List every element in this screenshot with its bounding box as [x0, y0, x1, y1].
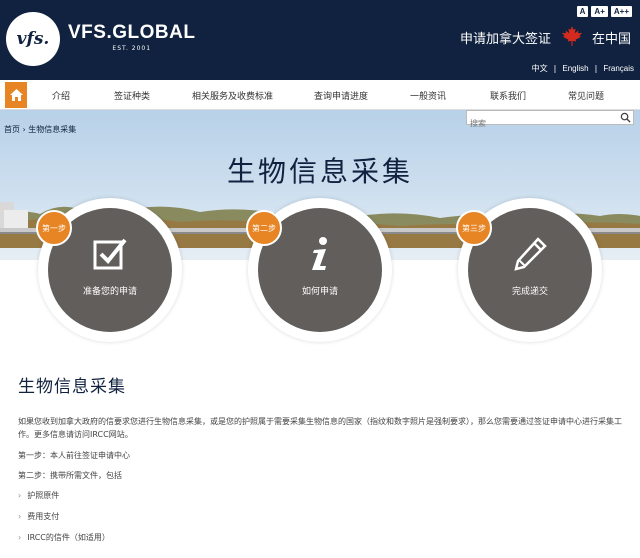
- nav-item-services-fees[interactable]: 相关服务及收费标准: [192, 89, 273, 102]
- main-nav: 介绍 签证种类 相关服务及收费标准 查询申请进度 一般资讯 联系我们 常见问题: [0, 80, 640, 110]
- maple-leaf-icon: [562, 26, 582, 46]
- chevron-right-icon: ›: [18, 533, 22, 542]
- document-item: 费用支付: [27, 512, 60, 521]
- home-icon: [9, 89, 23, 101]
- lang-english-link[interactable]: English: [562, 64, 588, 73]
- search-input[interactable]: [467, 117, 617, 130]
- step-1-card[interactable]: 准备您的申请 第一步: [36, 198, 182, 342]
- content-title: 生物信息采集: [18, 377, 126, 397]
- font-size-normal-button[interactable]: A: [576, 6, 589, 17]
- chevron-right-icon: ›: [18, 512, 22, 521]
- document-item: IRCC的信件（如适用）: [27, 533, 110, 542]
- font-size-large-button[interactable]: A+: [591, 6, 608, 17]
- hero-title: 生物信息采集: [226, 155, 413, 188]
- intro-paragraph: 如果您收到加拿大政府的信要求您进行生物信息采集，或是您的护照属于需要采集生物信息…: [18, 417, 622, 439]
- nav-item-contact[interactable]: 联系我们: [490, 89, 526, 102]
- brand-name: VFS.GLOBAL: [68, 22, 196, 43]
- step-1-text: 第一步：本人前往签证申请中心: [18, 451, 130, 460]
- logo-text: vfs.: [16, 29, 50, 49]
- search-icon[interactable]: [620, 112, 631, 123]
- main-content: 生物信息采集 如果您收到加拿大政府的信要求您进行生物信息采集，或是您的护照属于需…: [18, 372, 628, 553]
- nav-item-faq[interactable]: 常见问题: [568, 89, 604, 102]
- document-list: › 护照原件 › 费用支付 › IRCC的信件（如适用）: [18, 490, 628, 543]
- breadcrumb-home-link[interactable]: 首页: [4, 125, 20, 134]
- list-item: › IRCC的信件（如适用）: [18, 532, 628, 543]
- lang-french-link[interactable]: Français: [603, 64, 634, 73]
- document-item: 护照原件: [27, 491, 60, 500]
- step-badge: 第三步: [456, 210, 492, 246]
- step-2-card[interactable]: 如何申请 第二步: [246, 198, 392, 342]
- step-label: 如何申请: [301, 287, 338, 297]
- home-button[interactable]: [5, 82, 27, 108]
- font-size-controls: A A+ A++: [576, 6, 632, 17]
- pencil-icon: [514, 237, 547, 271]
- country-label: 在中国: [592, 32, 632, 47]
- lang-chinese-link[interactable]: 中文: [532, 63, 548, 74]
- step-2-text: 第二步：携带所需文件，包括: [18, 471, 122, 480]
- font-size-xlarge-button[interactable]: A++: [610, 6, 632, 17]
- site-header: vfs. VFS.GLOBAL EST. 2001 A A+ A++ 申请加拿大…: [0, 0, 640, 80]
- step-badge: 第二步: [246, 210, 282, 246]
- nav-item-intro[interactable]: 介绍: [52, 89, 70, 102]
- step-label: 完成递交: [511, 287, 548, 297]
- lang-separator: |: [594, 64, 598, 73]
- apply-title: 申请加拿大签证: [460, 32, 552, 47]
- nav-item-track-application[interactable]: 查询申请进度: [314, 89, 368, 102]
- vfs-logo[interactable]: vfs.: [6, 12, 60, 66]
- nav-item-general-info[interactable]: 一般资讯: [410, 89, 446, 102]
- info-icon: [312, 237, 327, 270]
- chevron-right-icon: ›: [18, 491, 22, 500]
- brand-est: EST. 2001: [112, 45, 152, 52]
- language-bar: 中文 | English | Français: [0, 60, 640, 80]
- hero-banner: 首页 › 生物信息采集 生物信息采集 准备您的申请 第一步 如何申请: [0, 110, 640, 358]
- step-label: 准备您的申请: [82, 287, 137, 297]
- lang-separator: |: [553, 64, 557, 73]
- brand: VFS.GLOBAL EST. 2001: [68, 22, 195, 52]
- nav-item-visa-types[interactable]: 签证种类: [114, 89, 150, 102]
- list-item: › 费用支付: [18, 511, 628, 522]
- step-badge: 第一步: [36, 210, 72, 246]
- breadcrumb-separator: ›: [22, 125, 26, 134]
- search-box: [466, 110, 634, 130]
- breadcrumb-current: 生物信息采集: [28, 125, 77, 134]
- checkbox-icon: [93, 238, 127, 270]
- list-item: › 护照原件: [18, 490, 628, 501]
- breadcrumb: 首页 › 生物信息采集: [4, 124, 76, 135]
- step-3-card[interactable]: 完成递交 第三步: [456, 198, 602, 342]
